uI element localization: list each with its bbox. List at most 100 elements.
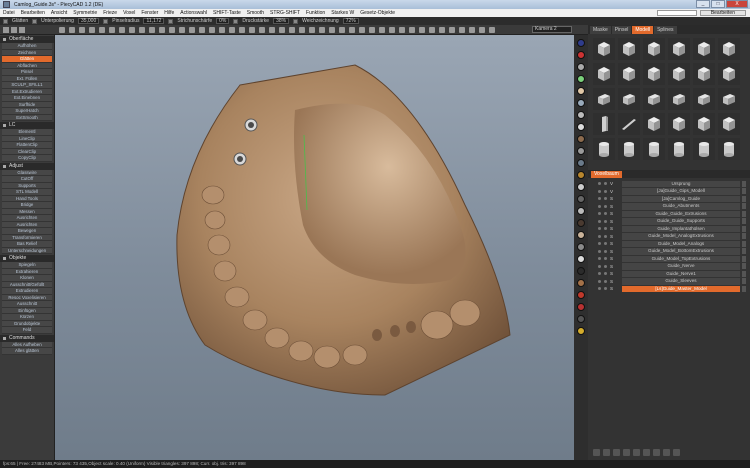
- menu-item[interactable]: Frieze: [100, 10, 120, 16]
- tool-icon[interactable]: [219, 26, 225, 33]
- tool-button[interactable]: Alles glätten: [2, 348, 52, 355]
- tab-maske[interactable]: Maske: [590, 26, 611, 34]
- material-swatch[interactable]: [577, 195, 585, 203]
- tool-icon[interactable]: [339, 26, 345, 33]
- primitive-cube-icon[interactable]: [643, 63, 665, 85]
- eye-icon[interactable]: [598, 234, 601, 238]
- scene-item-label[interactable]: [Ls]Guide_Master_Model: [622, 285, 740, 292]
- object-field[interactable]: [656, 10, 697, 16]
- checkbox-icon[interactable]: [103, 18, 109, 24]
- eye-icon[interactable]: [598, 197, 601, 201]
- minimize-button[interactable]: _: [696, 0, 710, 8]
- tool-icon[interactable]: [209, 26, 215, 33]
- material-swatch[interactable]: [577, 87, 585, 95]
- param-value[interactable]: 72%: [342, 18, 359, 24]
- tool-icon[interactable]: [189, 26, 195, 33]
- primitive-slab-icon[interactable]: [643, 88, 665, 110]
- tool-icon[interactable]: [139, 26, 145, 33]
- tool-button[interactable]: ExtSmooth: [2, 114, 52, 121]
- merge-icon[interactable]: [623, 449, 630, 456]
- primitive-cube-icon[interactable]: [593, 63, 615, 85]
- layer-toggles[interactable]: S: [590, 264, 622, 269]
- scene-tree-item[interactable]: S Guide_Guide_Supports: [590, 218, 746, 226]
- eye-icon[interactable]: [598, 182, 601, 186]
- tool-button[interactable]: CopyClip: [2, 155, 52, 162]
- tool-icon[interactable]: [149, 26, 155, 33]
- menu-item[interactable]: Starkes W: [328, 10, 357, 16]
- layer-toggles[interactable]: S: [590, 219, 622, 224]
- layer-toggles[interactable]: S: [590, 241, 622, 246]
- eye-icon[interactable]: [598, 242, 601, 246]
- scene-item-label[interactable]: Guide_Nerve1: [622, 270, 740, 277]
- param-value[interactable]: 35,000: [77, 18, 100, 24]
- scene-tree-item[interactable]: S [Ls]Guide_Master_Model: [590, 285, 746, 293]
- 3d-viewport[interactable]: [55, 35, 574, 460]
- tool-icon[interactable]: [3, 18, 8, 24]
- close-button[interactable]: X: [726, 0, 748, 8]
- tool-icon[interactable]: [469, 26, 475, 33]
- tool-icon[interactable]: [259, 26, 265, 33]
- material-swatch[interactable]: [577, 291, 585, 299]
- material-swatch[interactable]: [577, 231, 585, 239]
- primitive-slab-icon[interactable]: [718, 88, 740, 110]
- tool-icon[interactable]: [329, 26, 335, 33]
- tool-icon[interactable]: [279, 26, 285, 33]
- material-swatch[interactable]: [577, 63, 585, 71]
- menu-item[interactable]: Symmetrie: [70, 10, 100, 16]
- tool-icon[interactable]: [119, 26, 125, 33]
- scene-item-label[interactable]: Ursprung: [622, 180, 740, 187]
- tool-icon[interactable]: [459, 26, 465, 33]
- primitive-cube-icon[interactable]: [718, 38, 740, 60]
- delete-icon[interactable]: [603, 449, 610, 456]
- expand-icon[interactable]: [742, 180, 746, 187]
- tool-icon[interactable]: [239, 26, 245, 33]
- tool-icon[interactable]: [289, 26, 295, 33]
- lock-icon[interactable]: [604, 249, 607, 253]
- eye-icon[interactable]: [598, 212, 601, 216]
- tool-icon[interactable]: [489, 26, 495, 33]
- menu-item[interactable]: Gesetz-Objekte: [357, 10, 398, 16]
- eye-icon[interactable]: [598, 219, 601, 223]
- menu-item[interactable]: Bearbeiten: [18, 10, 48, 16]
- tool-icon[interactable]: [359, 26, 365, 33]
- scene-tree-item[interactable]: S Guide_Guide_Extrusions: [590, 210, 746, 218]
- lock-icon[interactable]: [604, 197, 607, 201]
- eye-icon[interactable]: [598, 227, 601, 231]
- eye-icon[interactable]: [598, 264, 601, 268]
- primitive-slab-icon[interactable]: [668, 88, 690, 110]
- scene-item-label[interactable]: Guide_Guide_Extrusions: [622, 210, 740, 217]
- section-header[interactable]: Adjust: [0, 162, 54, 170]
- tool-button[interactable]: Unterschneidungen: [2, 247, 52, 254]
- menu-item[interactable]: Fenster: [138, 10, 161, 16]
- tool-icon[interactable]: [99, 26, 105, 33]
- material-swatch[interactable]: [577, 279, 585, 287]
- layer-toggles[interactable]: V: [590, 181, 622, 186]
- eye-icon[interactable]: [598, 257, 601, 261]
- lock-icon[interactable]: [604, 212, 607, 216]
- tool-icon[interactable]: [379, 26, 385, 33]
- layer-toggles[interactable]: S: [590, 211, 622, 216]
- checkbox-icon[interactable]: [32, 18, 38, 24]
- material-swatch[interactable]: [577, 123, 585, 131]
- lock-icon[interactable]: [604, 279, 607, 283]
- tool-icon[interactable]: [309, 26, 315, 33]
- primitive-cube-icon[interactable]: [693, 113, 715, 135]
- scene-tree-item[interactable]: S [Ja]Camlog_Guide: [590, 195, 746, 203]
- primitive-cube-icon[interactable]: [718, 63, 740, 85]
- menu-item[interactable]: STRG-SHIFT: [267, 10, 303, 16]
- lock-icon[interactable]: [604, 182, 607, 186]
- expand-icon[interactable]: [742, 195, 746, 202]
- layer-toggles[interactable]: S: [590, 249, 622, 254]
- lock-icon[interactable]: [604, 227, 607, 231]
- material-swatch[interactable]: [577, 327, 585, 335]
- expand-icon[interactable]: [742, 285, 746, 292]
- scene-item-label[interactable]: Guide_Model_BottomExtrusions: [622, 248, 740, 255]
- material-swatch[interactable]: [577, 255, 585, 263]
- primitive-cube-icon[interactable]: [643, 113, 665, 135]
- tool-icon[interactable]: [449, 26, 455, 33]
- expand-icon[interactable]: [742, 255, 746, 262]
- material-swatch[interactable]: [577, 51, 585, 59]
- layer-toggles[interactable]: S: [590, 279, 622, 284]
- eye-icon[interactable]: [598, 272, 601, 276]
- material-swatch[interactable]: [577, 147, 585, 155]
